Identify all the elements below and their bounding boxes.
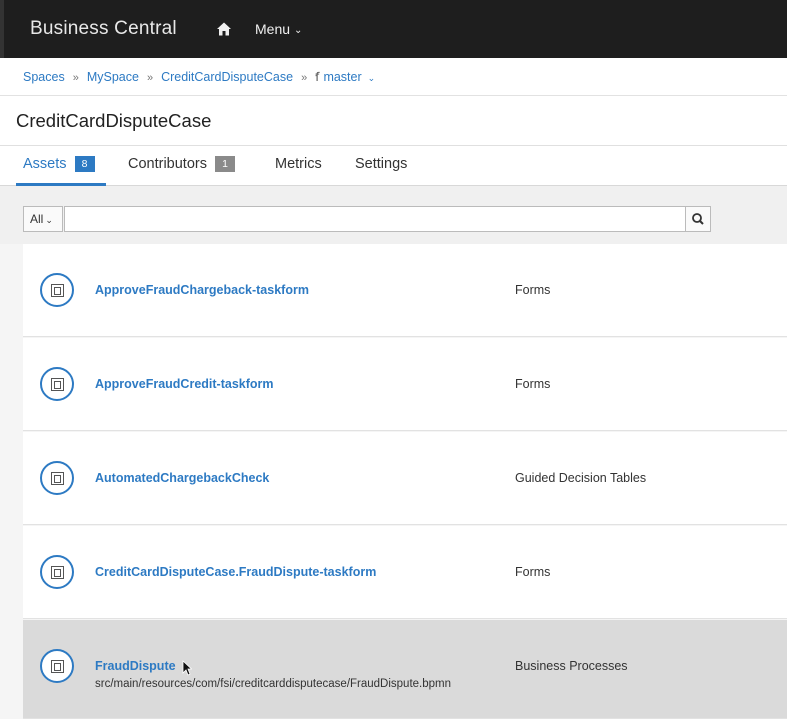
branch-selector[interactable]: master ⌄	[323, 70, 375, 84]
assets-count-badge: 8	[74, 156, 95, 172]
contributors-count-badge: 1	[214, 156, 235, 172]
asset-type: Forms	[515, 377, 551, 391]
chevron-down-icon: ⌄	[294, 25, 303, 36]
asset-file-icon	[40, 367, 74, 401]
branch-label: master	[323, 70, 362, 84]
tab-contributors-label: Contributors	[128, 156, 207, 172]
project-tabs: Assets 8 Contributors 1 Metrics Settings	[0, 146, 787, 186]
asset-row[interactable]: FraudDispute src/main/resources/com/fsi/…	[23, 620, 787, 719]
asset-row[interactable]: ApproveFraudCredit-taskform Forms	[23, 338, 787, 431]
home-icon[interactable]	[216, 21, 232, 37]
menu-dropdown[interactable]: Menu ⌄	[255, 21, 302, 37]
top-navbar: Business Central Menu ⌄	[0, 0, 787, 58]
filter-selected-value: All	[30, 212, 44, 226]
asset-name-link[interactable]: AutomatedChargebackCheck	[95, 471, 269, 485]
branch-icon: ẝ	[315, 70, 320, 84]
asset-type: Business Processes	[515, 659, 628, 673]
breadcrumb-separator: »	[72, 72, 79, 84]
breadcrumb-separator: »	[301, 72, 308, 84]
breadcrumb-project[interactable]: CreditCardDisputeCase	[161, 70, 293, 84]
breadcrumb: Spaces » MySpace » CreditCardDisputeCase » ẝ ma…	[23, 70, 375, 84]
chevron-down-icon: ⌄	[367, 73, 376, 83]
asset-type: Forms	[515, 283, 551, 297]
menu-label: Menu	[255, 21, 291, 37]
asset-row[interactable]: CreditCardDisputeCase.FraudDispute-taskf…	[23, 526, 787, 619]
asset-row[interactable]: AutomatedChargebackCheck Guided Decision…	[23, 432, 787, 525]
asset-filter-bar: All ⌄	[0, 186, 787, 244]
page-header: CreditCardDisputeCase	[0, 96, 787, 146]
tab-settings[interactable]: Settings	[355, 156, 407, 172]
asset-path: src/main/resources/com/fsi/creditcarddis…	[95, 678, 452, 690]
tab-assets-label: Assets	[23, 156, 67, 172]
search-icon	[692, 213, 704, 225]
asset-list: ApproveFraudChargeback-taskform Forms Ap…	[23, 244, 787, 719]
asset-row[interactable]: ApproveFraudChargeback-taskform Forms	[23, 244, 787, 337]
breadcrumb-spaces[interactable]: Spaces	[23, 70, 65, 84]
breadcrumb-myspace[interactable]: MySpace	[87, 70, 139, 84]
chevron-down-icon: ⌄	[45, 215, 53, 225]
asset-type: Forms	[515, 565, 551, 579]
asset-name-link[interactable]: ApproveFraudChargeback-taskform	[95, 283, 309, 297]
search-button[interactable]	[685, 206, 711, 232]
asset-search-input[interactable]	[64, 206, 686, 232]
app-brand[interactable]: Business Central	[30, 18, 177, 40]
tab-contributors[interactable]: Contributors 1	[128, 156, 235, 172]
asset-type: Guided Decision Tables	[515, 471, 647, 485]
tab-assets[interactable]: Assets 8	[23, 156, 95, 172]
asset-name-link[interactable]: ApproveFraudCredit-taskform	[95, 377, 274, 391]
asset-type-filter[interactable]: All ⌄	[23, 206, 63, 232]
asset-file-icon	[40, 273, 74, 307]
breadcrumb-separator: »	[146, 72, 154, 84]
tab-metrics[interactable]: Metrics	[275, 156, 322, 172]
asset-name-link[interactable]: FraudDispute	[95, 659, 176, 673]
breadcrumb-bar: Spaces » MySpace » CreditCardDisputeCase » ẝ ma…	[0, 58, 787, 96]
asset-file-icon	[40, 555, 74, 589]
asset-file-icon	[40, 649, 74, 683]
page-title: CreditCardDisputeCase	[16, 110, 212, 131]
asset-file-icon	[40, 461, 74, 495]
asset-name-link[interactable]: CreditCardDisputeCase.FraudDispute-taskf…	[95, 565, 376, 579]
mouse-pointer-icon	[182, 660, 192, 676]
